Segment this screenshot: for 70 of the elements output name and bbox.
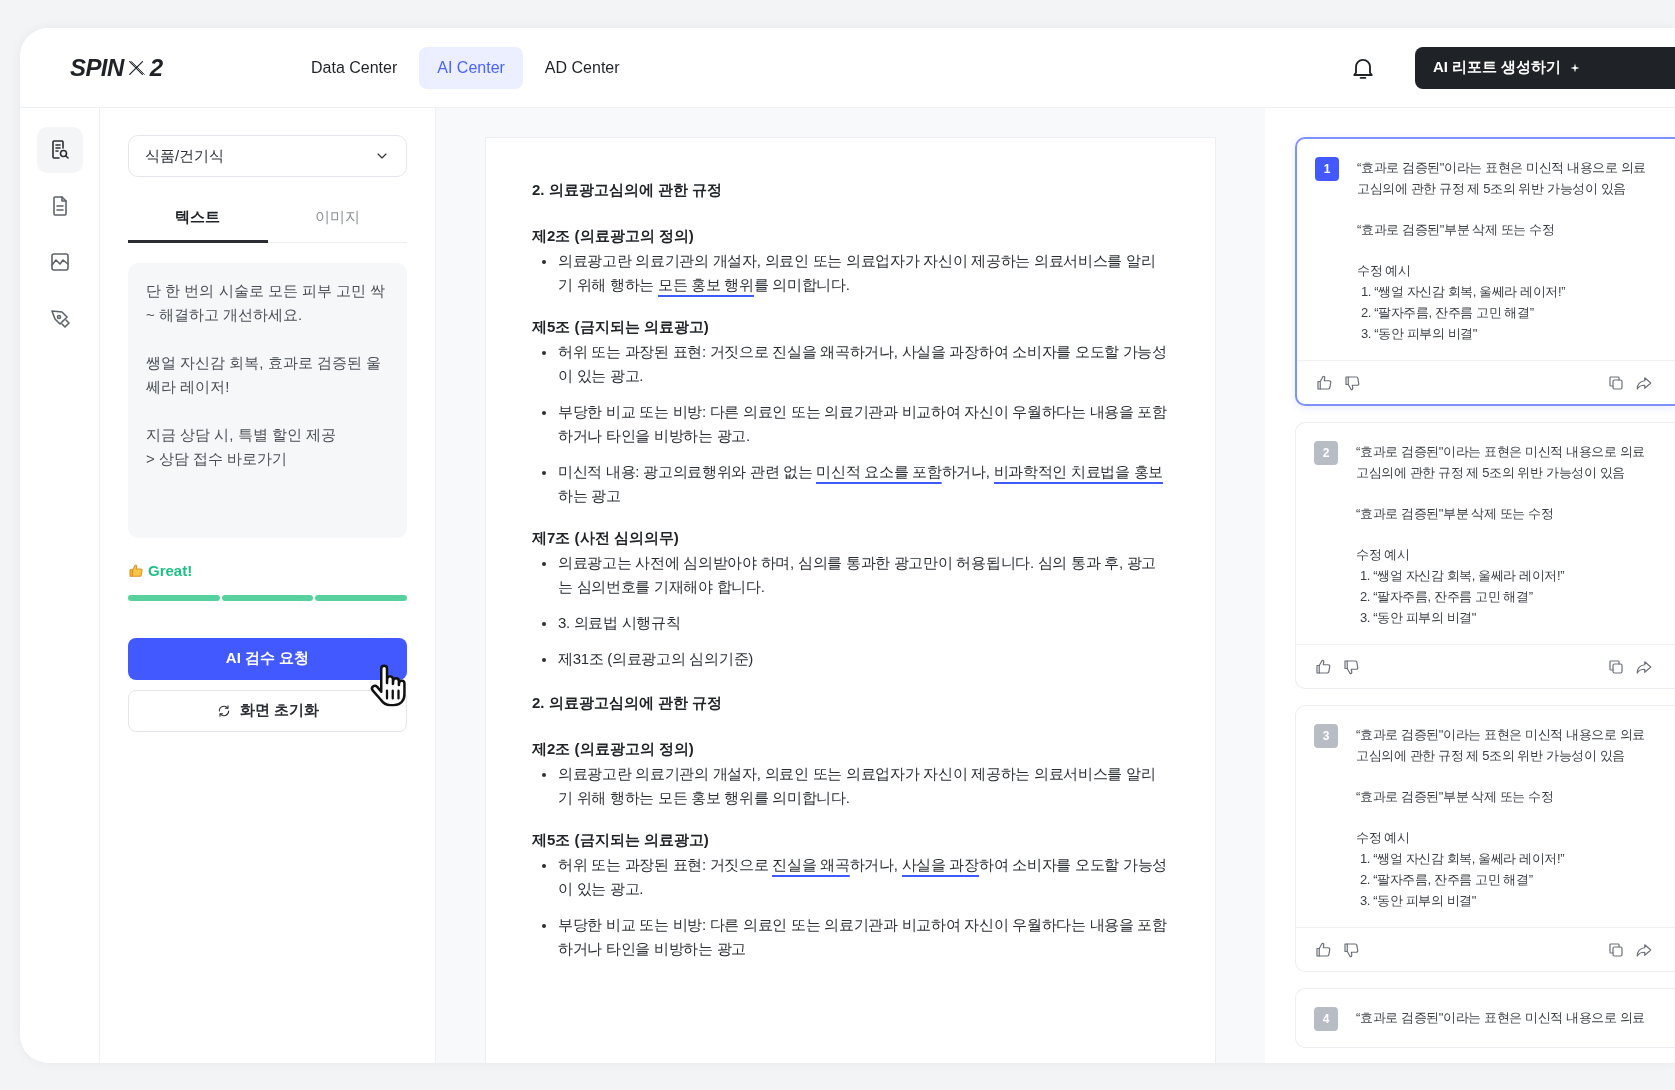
ad-text-field[interactable]: 단 한 번의 시술로 모든 피부 고민 싹 ~ 해결하고 개선하세요. 쌩얼 자신감 회복, 효과로 검증된 울쎄라 레이저! 지금 상담 시, 특별 할인 제공 > 상담 접수 바로가기 [128, 263, 407, 538]
finding-text: “효과로 검증된"이라는 표현은 미신적 내용으로 의료 [1356, 726, 1645, 744]
tab[interactable]: 텍스트 [128, 195, 268, 243]
example-title: 수정 예시 [1356, 829, 1411, 847]
example-text: 2. “팔자주름, 잔주름 고민 해결” [1359, 588, 1534, 606]
article-heading: 제2조 (의료광고의 정의) [532, 739, 695, 759]
number-badge: 3 [1314, 724, 1338, 748]
nav-tab[interactable]: Data Center [293, 46, 416, 89]
bullet-text: 허위 또는 과장된 표현: 거짓으로 진실을 왜곡하거나, 사실을 과장하여 소비자를 오도할 가능성이 있는 광고. [558, 855, 1168, 899]
finding-text: 고심의에 관한 규정 제 5조의 위반 가능성이 있음 [1356, 464, 1626, 482]
section-heading: 2. 의료광고심의에 관한 규정 [532, 180, 723, 200]
suggestion-text: “효과로 검증된"부분 삭제 또는 수정 [1356, 788, 1555, 806]
copy-icon[interactable] [1607, 373, 1625, 392]
category-dropdown[interactable]: 식품/건기식 [128, 135, 407, 177]
thumbs-up-icon [128, 563, 144, 580]
bullet-text: 부당한 비교 또는 비방: 다른 의료인 또는 의료기관과 비교하여 자신이 우월하다는 내용을 포함하거나 타인을 비방하는 광고. [558, 402, 1168, 446]
example-title: 수정 예시 [1356, 546, 1411, 564]
suggestion-text: “효과로 검증된"부분 삭제 또는 수정 [1356, 505, 1555, 523]
bullet-text: 부당한 비교 또는 비방: 다른 의료인 또는 의료기관과 비교하여 자신이 우월하다는 내용을 포함하거나 타인을 비방하는 광고 [558, 915, 1168, 959]
number-badge: 2 [1314, 441, 1338, 465]
example-text: 3. “동안 피부의 비결" [1359, 892, 1478, 910]
number-badge: 4 [1314, 1007, 1338, 1031]
copy-icon[interactable] [1607, 940, 1625, 959]
number-badge: 1 [1315, 157, 1339, 181]
thumbs-down-icon[interactable] [1342, 940, 1360, 959]
section-heading: 2. 의료광고심의에 관한 규정 [532, 693, 723, 713]
article-heading: 제7조 (사전 심의의무) [532, 528, 680, 548]
finding-text: “효과로 검증된"이라는 표현은 미신적 내용으로 의료 [1356, 443, 1645, 461]
thumbs-down-icon[interactable] [1343, 373, 1361, 392]
thumbs-up-icon[interactable] [1314, 657, 1332, 676]
example-text: 1. “쌩얼 자신감 회복, 울쎄라 레이저!” [1359, 850, 1566, 868]
sidebar-button[interactable] [36, 127, 83, 173]
logo-text: SPIN [70, 52, 124, 83]
score-label: Great! [148, 561, 193, 581]
logo-text: 2 [149, 52, 163, 83]
example-text: 2. “팔자주름, 잔주름 고민 해결” [1359, 871, 1534, 889]
bullet-text: 미신적 내용: 광고의료행위와 관련 없는 미신적 요소를 포함하거나, 비과학적인 치료법을 홍보 하는 광고 [558, 462, 1165, 506]
article-heading: 제2조 (의료광고의 정의) [532, 226, 695, 246]
bullet-text: 의료광고란 의료기관의 개설자, 의료인 또는 의료업자가 자신이 제공하는 의료서비스를 알리기 위해 행하는 모든 홍보 행위를 의미합니다. [558, 764, 1157, 808]
suggestion-text: “효과로 검증된"부분 삭제 또는 수정 [1357, 221, 1556, 239]
article-heading: 제5조 (금지되는 의료광고) [532, 317, 710, 337]
finding-text: 고심의에 관한 규정 제 5조의 위반 가능성이 있음 [1357, 180, 1627, 198]
finding-card[interactable]: 4 “효과로 검증된"이라는 표현은 미신적 내용으로 의료 [1295, 988, 1675, 1048]
example-text: 1. “쌩얼 자신감 회복, 울쎄라 레이저!” [1359, 567, 1566, 585]
example-text: 3. “동안 피부의 비결" [1360, 325, 1479, 343]
finding-text: “효과로 검증된"이라는 표현은 미신적 내용으로 의료 [1357, 159, 1646, 177]
bullet-text: 3. 의료법 시행규칙 [558, 613, 682, 633]
thumbs-down-icon[interactable] [1342, 657, 1360, 676]
bullet-text: 허위 또는 과장된 표현: 거짓으로 진실을 왜곡하거나, 사실을 과장하여 소비자를 오도할 가능성이 있는 광고. [558, 342, 1168, 386]
thumbs-up-icon[interactable] [1315, 373, 1333, 392]
nav-tab[interactable]: AD Center [526, 46, 638, 89]
article-heading: 제5조 (금지되는 의료광고) [532, 830, 710, 850]
ai-review-button[interactable]: AI 검수 요청 [128, 637, 407, 680]
bullet-text: 의료광고란 의료기관의 개설자, 의료인 또는 의료업자가 자신이 제공하는 의료서비스를 알리기 위해 행하는 모든 홍보 행위를 의미합니다. [558, 249, 1169, 297]
bullet-text: 제31조 (의료광고의 심의기준) [558, 649, 754, 669]
bullet-text: 의료광고는 사전에 심의받아야 하며, 심의를 통과한 광고만이 허용됩니다. 심의 통과 후, 광고는 심의번호를 기재해야 합니다. [558, 553, 1158, 597]
finding-text: 고심의에 관한 규정 제 5조의 위반 가능성이 있음 [1356, 747, 1626, 765]
example-text: 2. “팔자주름, 잔주름 고민 해결” [1360, 304, 1535, 322]
example-text: 1. “쌩얼 자신감 회복, 울쎄라 레이저!” [1360, 283, 1567, 301]
finding-text: “효과로 검증된"이라는 표현은 미신적 내용으로 의료 [1356, 1009, 1645, 1027]
reset-button[interactable]: 화면 초기화 [128, 689, 407, 732]
thumbs-up-icon[interactable] [1314, 940, 1332, 959]
finding-card[interactable]: 2 “효과로 검증된"이라는 표현은 미신적 내용으로 의료 고심의에 관한 규정 제 5조의 위반 가능성이 있음 “효과로 검증된"부분 삭제 또는 수정 수정 예시 1. “쌩얼 자신감 회복, 울쎄라 레이저!” 2. “팔자주름, 잔주름 고민 해결” 3. “동안 피부의 비결" [1295, 422, 1675, 689]
report-button[interactable]: AI 리포트 생성하기 [1415, 46, 1675, 89]
copy-icon[interactable] [1607, 657, 1625, 676]
example-text: 3. “동안 피부의 비결" [1359, 609, 1478, 627]
example-title: 수정 예시 [1357, 262, 1412, 280]
finding-card[interactable]: 3 “효과로 검증된"이라는 표현은 미신적 내용으로 의료 고심의에 관한 규정 제 5조의 위반 가능성이 있음 “효과로 검증된"부분 삭제 또는 수정 수정 예시 1. “쌩얼 자신감 회복, 울쎄라 레이저!” 2. “팔자주름, 잔주름 고민 해결” 3. “동안 피부의 비결" [1295, 705, 1675, 972]
finding-card[interactable]: 1 “효과로 검증된"이라는 표현은 미신적 내용으로 의료 고심의에 관한 규정 제 5조의 위반 가능성이 있음 “효과로 검증된"부분 삭제 또는 수정 수정 예시 1. “쌩얼 자신감 회복, 울쎄라 레이저!” 2. “팔자주름, 잔주름 고민 해결” 3. “동안 피부의 비결" [1295, 137, 1675, 406]
nav-tab[interactable]: AI Center [419, 46, 523, 89]
